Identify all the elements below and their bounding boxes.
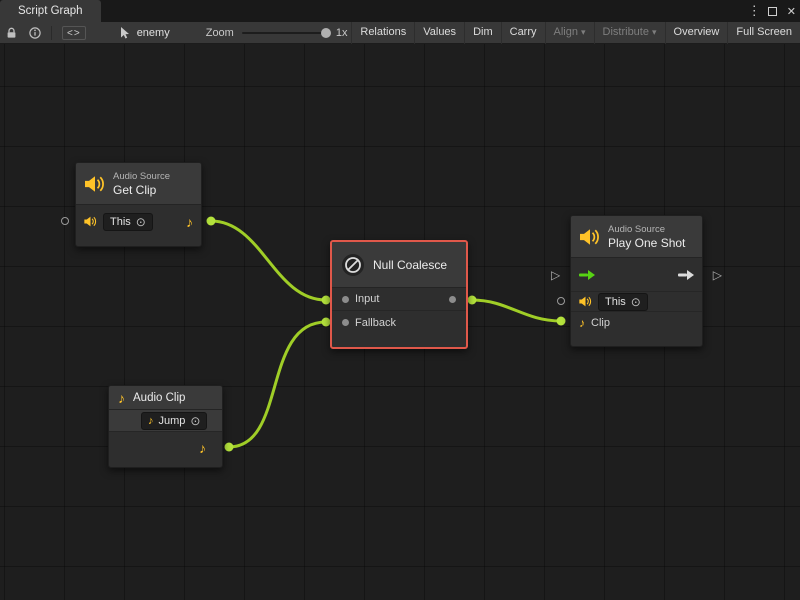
node-title: Audio Clip [133, 392, 185, 404]
clip-value: Jump [159, 414, 186, 428]
tab-script-graph[interactable]: Script Graph [0, 0, 101, 22]
target-icon: ⊙ [136, 216, 146, 228]
zoom-slider-knob[interactable] [321, 28, 331, 38]
tab-title: Script Graph [18, 5, 83, 17]
audio-source-icon [580, 228, 600, 246]
node-category: Audio Source [113, 171, 170, 183]
flow-port-row: ▷ ▷ [571, 258, 702, 292]
close-icon[interactable]: ✕ [787, 5, 796, 18]
overview-label: Overview [674, 22, 720, 43]
zoom-control: Zoom 1x [206, 27, 348, 39]
fullscreen-label: Full Screen [736, 22, 792, 43]
node-title: Null Coalesce [373, 258, 447, 272]
flow-out-triangle-icon: ▷ [713, 269, 722, 281]
info-icon[interactable] [23, 22, 47, 44]
distribute-button[interactable]: Distribute ▾ [594, 22, 665, 44]
node-port-row: This ⊙ ♪ [76, 205, 201, 238]
fallback-port[interactable] [342, 319, 349, 326]
relations-label: Relations [360, 22, 406, 43]
code-preview-icon[interactable]: <> [62, 26, 86, 40]
node-header: ♪ Audio Clip [109, 386, 222, 410]
carry-button[interactable]: Carry [501, 22, 545, 44]
node-audio-source-play-one-shot[interactable]: Audio Source Play One Shot ▷ ▷ This ⊙ ♪ … [570, 215, 703, 347]
graph-breadcrumb[interactable]: enemy [120, 27, 170, 39]
maximize-icon[interactable] [768, 7, 777, 16]
node-audio-clip[interactable]: ♪ Audio Clip ♪ Jump ⊙ ♪ [108, 385, 223, 468]
clip-value-row: ♪ Jump ⊙ [109, 410, 222, 432]
lock-icon[interactable] [0, 22, 23, 44]
this-value: This [110, 215, 131, 229]
fullscreen-button[interactable]: Full Screen [727, 22, 800, 44]
node-header: Audio Source Play One Shot [571, 216, 702, 258]
align-button[interactable]: Align ▾ [545, 22, 594, 44]
node-null-coalesce[interactable]: Null Coalesce Input Fallback [330, 240, 468, 349]
distribute-label: Distribute [603, 22, 649, 43]
input-port-this[interactable] [61, 217, 69, 225]
zoom-slider[interactable] [242, 32, 328, 34]
speaker-icon [579, 296, 592, 307]
node-title: Get Clip [113, 183, 170, 197]
fallback-label: Fallback [355, 317, 396, 329]
toolbar-separator [51, 26, 52, 40]
kebab-menu-icon[interactable]: ⋮ [748, 3, 758, 19]
chevron-down-icon: ▾ [581, 22, 586, 43]
clip-label: Clip [591, 317, 610, 329]
input-port-this[interactable] [557, 297, 565, 305]
speaker-icon [84, 216, 97, 227]
this-value: This [605, 295, 626, 309]
this-port-row: This ⊙ [571, 292, 702, 312]
target-icon: ⊙ [190, 415, 200, 427]
pointer-icon [120, 27, 132, 39]
window-controls: ⋮ ✕ [748, 0, 796, 22]
graph-toolbar: <> enemy Zoom 1x Relations Values Dim Ca… [0, 22, 800, 44]
node-header: Audio Source Get Clip [76, 163, 201, 205]
clip-note-icon: ♪ [579, 316, 585, 330]
graph-canvas[interactable]: Audio Source Get Clip This ⊙ ♪ Null Coal… [0, 44, 800, 600]
values-label: Values [423, 22, 456, 43]
node-title: Play One Shot [608, 236, 685, 250]
toolbar-buttons: Relations Values Dim Carry Align ▾ Distr… [351, 22, 800, 44]
wire-output-to-clip [472, 300, 561, 321]
zoom-label: Zoom [206, 27, 234, 39]
input-label: Input [355, 293, 379, 305]
output-port-row: ♪ [109, 432, 222, 463]
carry-label: Carry [510, 22, 537, 43]
wire-audioclip-to-fallback [229, 322, 326, 447]
values-button[interactable]: Values [414, 22, 464, 44]
tab-bar: Script Graph ⋮ ✕ [0, 0, 800, 22]
target-icon: ⊙ [631, 296, 641, 308]
dim-button[interactable]: Dim [464, 22, 501, 44]
null-coalesce-icon [341, 253, 365, 277]
clip-output-port[interactable]: ♪ [199, 441, 206, 455]
note-icon: ♪ [148, 414, 154, 428]
dim-label: Dim [473, 22, 493, 43]
input-port[interactable] [342, 296, 349, 303]
node-category: Audio Source [608, 224, 685, 236]
flow-in-port[interactable] [579, 269, 595, 281]
output-port[interactable] [449, 296, 456, 303]
input-port-row: Input [332, 288, 466, 311]
clip-dropdown[interactable]: ♪ Jump ⊙ [141, 412, 207, 430]
audio-source-icon [85, 175, 105, 193]
fallback-port-row: Fallback [332, 311, 466, 334]
node-audio-source-get-clip[interactable]: Audio Source Get Clip This ⊙ ♪ [75, 162, 202, 247]
audio-clip-icon: ♪ [118, 391, 125, 405]
this-dropdown[interactable]: This ⊙ [103, 213, 153, 231]
this-dropdown[interactable]: This ⊙ [598, 293, 648, 311]
flow-in-triangle-icon: ▷ [551, 269, 560, 281]
overview-button[interactable]: Overview [665, 22, 728, 44]
chevron-down-icon: ▾ [652, 22, 657, 43]
wire-getclip-to-input [211, 221, 326, 300]
node-header: Null Coalesce [332, 242, 466, 288]
relations-button[interactable]: Relations [351, 22, 414, 44]
clip-output-port[interactable]: ♪ [186, 215, 193, 229]
flow-out-port[interactable] [678, 269, 694, 281]
graph-name: enemy [137, 27, 170, 39]
zoom-value: 1x [336, 27, 348, 39]
align-label: Align [554, 22, 578, 43]
clip-port-row: ♪ Clip [571, 312, 702, 334]
